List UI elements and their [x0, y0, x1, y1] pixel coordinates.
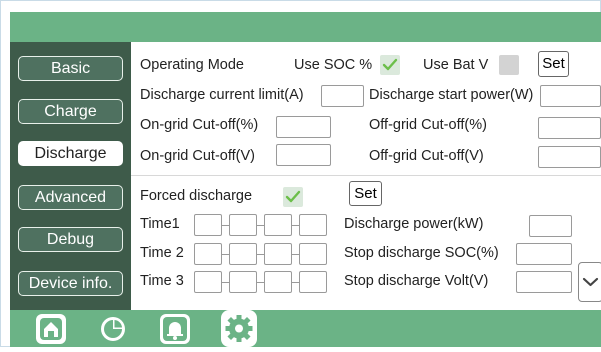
time1-start-minute-field[interactable]	[229, 214, 257, 236]
sidebar-item-charge[interactable]: Charge	[18, 99, 123, 124]
discharge-power-label: Discharge power(kW)	[344, 216, 484, 232]
tab-statistics[interactable]	[98, 314, 128, 344]
time3-label: Time 3	[140, 273, 184, 289]
sidebar-item-advanced[interactable]: Advanced	[18, 185, 123, 210]
offgrid-cutoff-pct-field[interactable]	[538, 117, 601, 139]
bottom-tab-bar	[10, 310, 601, 347]
time2-label: Time 2	[140, 245, 184, 261]
time3-start-hour-field[interactable]	[194, 271, 222, 293]
discharge-start-power-label: Discharge start power(W)	[369, 87, 534, 103]
checkmark-icon	[382, 58, 398, 71]
sidebar-item-discharge[interactable]: Discharge	[18, 141, 123, 166]
time-separator	[292, 282, 299, 283]
mode-set-button[interactable]: Set	[538, 51, 569, 77]
sidebar-item-device-info[interactable]: Device info.	[18, 271, 123, 296]
ongrid-cutoff-pct-field[interactable]	[276, 116, 331, 138]
time1-label: Time1	[140, 216, 180, 232]
time3-end-hour-field[interactable]	[264, 271, 292, 293]
use-bat-v-checkbox[interactable]	[499, 55, 519, 75]
gear-icon	[225, 315, 253, 342]
time3-start-minute-field[interactable]	[229, 271, 257, 293]
stop-discharge-soc-label: Stop discharge SOC(%)	[344, 245, 499, 261]
forced-discharge-label: Forced discharge	[140, 188, 253, 204]
discharge-start-power-field[interactable]	[540, 85, 601, 107]
section-divider	[131, 175, 601, 176]
ongrid-cutoff-pct-label: On-grid Cut-off(%)	[140, 117, 259, 133]
chevron-down-icon	[582, 277, 599, 287]
time2-end-hour-field[interactable]	[264, 243, 292, 265]
time2-end-minute-field[interactable]	[299, 243, 327, 265]
top-bar	[10, 12, 601, 42]
offgrid-cutoff-pct-label: Off-grid Cut-off(%)	[369, 117, 487, 133]
home-icon	[40, 318, 62, 340]
bell-icon	[163, 317, 187, 341]
tab-alarms[interactable]	[160, 314, 190, 344]
sidebar-item-debug[interactable]: Debug	[18, 227, 123, 252]
pie-chart-icon	[101, 317, 125, 341]
time2-start-hour-field[interactable]	[194, 243, 222, 265]
operating-mode-label: Operating Mode	[140, 57, 244, 73]
time-separator	[292, 225, 299, 226]
stop-discharge-soc-field[interactable]	[516, 243, 572, 265]
tab-settings[interactable]	[221, 310, 257, 347]
scroll-down-button[interactable]	[578, 262, 601, 302]
time-separator	[257, 254, 264, 255]
checkmark-icon	[285, 190, 301, 203]
time-separator	[257, 225, 264, 226]
use-soc-label: Use SOC %	[294, 57, 373, 73]
discharge-current-limit-field[interactable]	[321, 85, 364, 107]
ongrid-cutoff-v-field[interactable]	[276, 144, 331, 166]
forced-discharge-set-button[interactable]: Set	[349, 181, 382, 206]
tab-home[interactable]	[36, 314, 66, 344]
stop-discharge-volt-label: Stop discharge Volt(V)	[344, 273, 489, 289]
use-bat-v-label: Use Bat V	[423, 57, 489, 73]
time3-end-minute-field[interactable]	[299, 271, 327, 293]
stop-discharge-volt-field[interactable]	[516, 271, 572, 293]
time-separator	[222, 282, 229, 283]
discharge-power-field[interactable]	[529, 215, 572, 237]
time-separator	[222, 225, 229, 226]
offgrid-cutoff-v-field[interactable]	[538, 146, 601, 168]
sidebar: Basic Charge Discharge Advanced Debug De…	[10, 42, 131, 310]
time2-start-minute-field[interactable]	[229, 243, 257, 265]
use-soc-checkbox[interactable]	[380, 55, 400, 75]
discharge-current-limit-label: Discharge current limit(A)	[140, 87, 304, 103]
time1-end-hour-field[interactable]	[264, 214, 292, 236]
time-separator	[222, 254, 229, 255]
sidebar-item-basic[interactable]: Basic	[18, 56, 123, 81]
time1-start-hour-field[interactable]	[194, 214, 222, 236]
discharge-settings-panel	[131, 42, 601, 310]
time-separator	[257, 282, 264, 283]
time1-end-minute-field[interactable]	[299, 214, 327, 236]
forced-discharge-checkbox[interactable]	[283, 187, 303, 207]
offgrid-cutoff-v-label: Off-grid Cut-off(V)	[369, 148, 484, 164]
ongrid-cutoff-v-label: On-grid Cut-off(V)	[140, 148, 255, 164]
time-separator	[292, 254, 299, 255]
